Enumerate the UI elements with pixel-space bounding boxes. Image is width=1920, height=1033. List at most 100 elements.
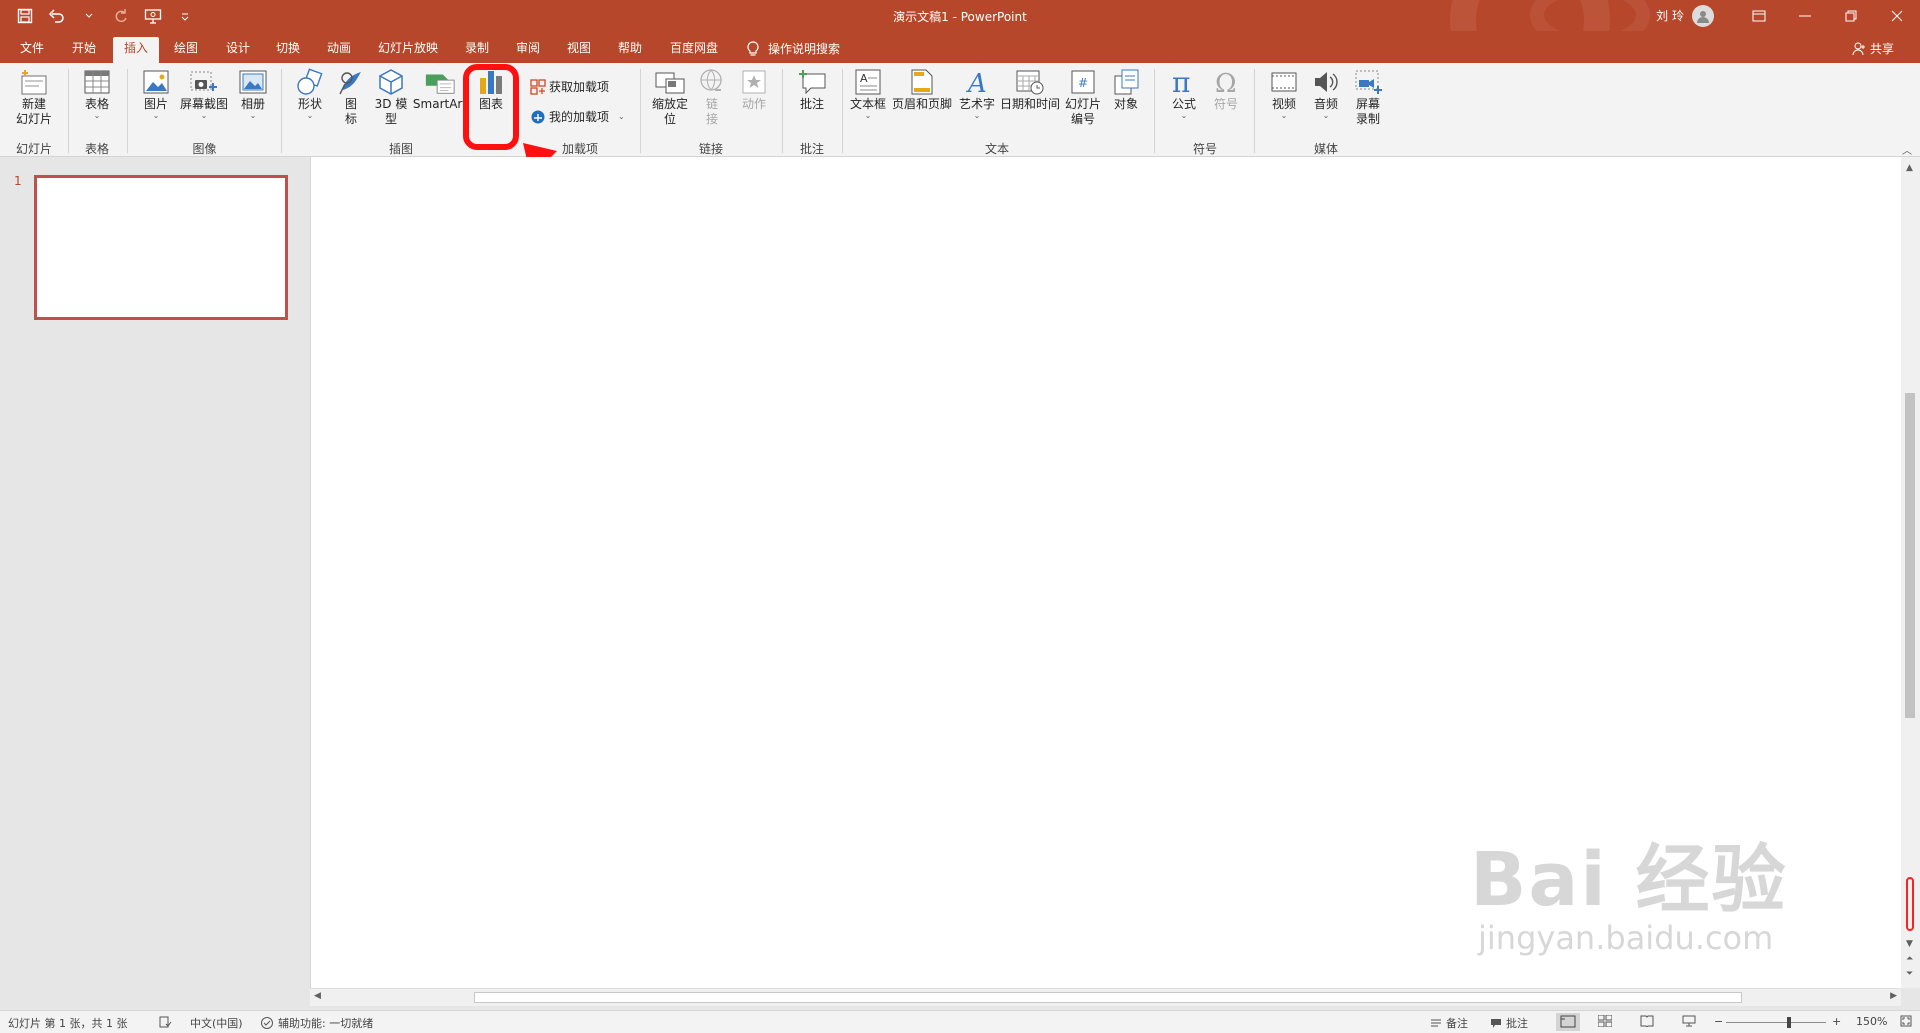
- tab-design[interactable]: 设计: [222, 37, 254, 63]
- reading-view-icon[interactable]: [1640, 1015, 1654, 1027]
- link-button[interactable]: 链 接: [694, 67, 730, 127]
- spelling-check-icon[interactable]: [158, 1015, 172, 1029]
- chevron-down-icon: ⌄: [152, 111, 160, 120]
- zoom-slider[interactable]: [1726, 1022, 1826, 1023]
- textbox-button[interactable]: A 文本框 ⌄: [848, 67, 888, 120]
- new-slide-icon: [18, 67, 50, 97]
- tab-animations[interactable]: 动画: [323, 37, 355, 63]
- comment-button[interactable]: 批注: [790, 67, 834, 112]
- group-label-links: 链接: [698, 142, 723, 156]
- slide-number-button[interactable]: # 幻灯片 编号: [1062, 67, 1104, 127]
- scrollbar-thumb[interactable]: [474, 992, 1742, 1003]
- close-icon[interactable]: [1874, 0, 1920, 31]
- photo-album-button[interactable]: 相册 ⌄: [233, 67, 273, 120]
- title-bar: 演示文稿1 - PowerPoint 刘 玲: [0, 0, 1920, 31]
- scroll-up-icon[interactable]: ▲: [1906, 163, 1913, 173]
- date-time-button[interactable]: 日期和时间: [1000, 67, 1060, 112]
- icons-icon: [335, 67, 367, 97]
- slideshow-view-icon[interactable]: [1682, 1015, 1696, 1027]
- tab-insert[interactable]: 插入: [113, 37, 160, 63]
- tab-view[interactable]: 视图: [563, 37, 595, 63]
- group-label-slides: 幻灯片: [15, 142, 52, 156]
- tab-slideshow[interactable]: 幻灯片放映: [374, 37, 442, 63]
- scroll-left-icon[interactable]: ◀: [314, 991, 321, 1001]
- slide-sorter-icon[interactable]: [1598, 1015, 1612, 1027]
- screen-recording-icon: [1352, 67, 1384, 97]
- zoom-out-button[interactable]: −: [1714, 1015, 1723, 1028]
- collapse-ribbon-icon[interactable]: ︿: [1902, 142, 1912, 157]
- avatar[interactable]: [1692, 4, 1714, 27]
- zoom-slider-handle[interactable]: [1787, 1017, 1791, 1028]
- zoom-button[interactable]: 缩放定 位: [648, 67, 692, 127]
- tab-transitions[interactable]: 切换: [272, 37, 304, 63]
- symbol-button[interactable]: Ω 符号: [1206, 67, 1246, 112]
- header-footer-button[interactable]: 页眉和页脚: [890, 67, 954, 112]
- fit-to-window-icon[interactable]: [1900, 1015, 1912, 1027]
- shapes-button[interactable]: 形状 ⌄: [290, 67, 330, 120]
- scrollbar-thumb[interactable]: [1905, 393, 1915, 718]
- slide-thumbnail[interactable]: [34, 175, 288, 320]
- picture-icon: [140, 67, 172, 97]
- picture-button[interactable]: 图片 ⌄: [136, 67, 176, 120]
- user-name[interactable]: 刘 玲: [1656, 7, 1684, 24]
- screenshot-icon: [188, 67, 220, 97]
- zoom-level[interactable]: 150%: [1856, 1015, 1887, 1028]
- person-add-icon: [1852, 42, 1865, 55]
- previous-slide-icon[interactable]: ⏶: [1906, 954, 1913, 964]
- slide-number-icon: #: [1067, 67, 1099, 97]
- chevron-down-icon: ⌄: [306, 111, 314, 120]
- horizontal-scrollbar[interactable]: ◀ ▶: [310, 988, 1901, 1006]
- store-grid-icon: [530, 78, 546, 95]
- object-button[interactable]: 对象: [1106, 67, 1146, 112]
- notes-button[interactable]: 备注: [1430, 1015, 1468, 1031]
- my-addins-button[interactable]: 我的加载项 ⌄: [530, 108, 625, 125]
- next-slide-icon[interactable]: ⏷: [1906, 969, 1913, 979]
- scroll-highlight-mark: [1906, 877, 1914, 931]
- tab-review[interactable]: 审阅: [512, 37, 544, 63]
- normal-view-icon[interactable]: [1556, 1013, 1580, 1031]
- tab-help[interactable]: 帮助: [614, 37, 646, 63]
- scroll-right-icon[interactable]: ▶: [1890, 991, 1897, 1001]
- comments-status-button[interactable]: 批注: [1490, 1015, 1528, 1031]
- zoom-in-button[interactable]: +: [1832, 1015, 1841, 1028]
- 3d-models-button[interactable]: 3D 模 型: [370, 67, 412, 127]
- get-addins-button[interactable]: 获取加载项: [530, 78, 609, 95]
- new-slide-button[interactable]: 新建 幻灯片: [8, 67, 60, 127]
- action-button[interactable]: 动作: [734, 67, 774, 112]
- baidu-watermark: Bai 经验 jingyan.baidu.com: [1470, 837, 1788, 957]
- tab-draw[interactable]: 绘图: [170, 37, 202, 63]
- tab-home[interactable]: 开始: [68, 37, 100, 63]
- photo-album-icon: [237, 67, 269, 97]
- tab-record[interactable]: 录制: [461, 37, 493, 63]
- restore-icon[interactable]: [1828, 0, 1874, 31]
- slide-count-status[interactable]: 幻灯片 第 1 张，共 1 张: [8, 1015, 127, 1031]
- group-label-tables: 表格: [84, 142, 109, 156]
- icons-button[interactable]: 图 标: [334, 67, 368, 127]
- tell-me-search[interactable]: 操作说明搜索: [746, 40, 840, 57]
- audio-button[interactable]: 音频 ⌄: [1306, 67, 1346, 120]
- ribbon-display-options-icon[interactable]: [1736, 0, 1782, 31]
- minimize-icon[interactable]: [1782, 0, 1828, 31]
- slide-number-label: 1: [14, 174, 22, 188]
- group-separator: [640, 69, 641, 153]
- accessibility-icon: [261, 1017, 273, 1029]
- header-footer-icon: [906, 67, 938, 97]
- tab-baidu-netdisk[interactable]: 百度网盘: [666, 37, 722, 63]
- wordart-button[interactable]: A 艺术字 ⌄: [956, 67, 998, 120]
- language-status[interactable]: 中文(中国): [190, 1015, 243, 1031]
- speaker-icon: [1310, 67, 1342, 97]
- svg-text:π: π: [1172, 68, 1190, 96]
- scroll-down-icon[interactable]: ▼: [1906, 939, 1913, 949]
- screenshot-button[interactable]: 屏幕截图 ⌄: [176, 67, 232, 120]
- smartart-button[interactable]: SmartArt: [413, 67, 467, 112]
- vertical-scrollbar[interactable]: ▲ ▼ ⏶ ⏷: [1901, 157, 1920, 988]
- shapes-icon: [294, 67, 326, 97]
- equation-button[interactable]: π 公式 ⌄: [1164, 67, 1204, 120]
- screen-recording-button[interactable]: 屏幕 录制: [1348, 67, 1388, 127]
- video-button[interactable]: 视频 ⌄: [1264, 67, 1304, 120]
- chevron-down-icon: ⌄: [200, 111, 208, 120]
- accessibility-status[interactable]: 辅助功能: 一切就绪: [260, 1015, 373, 1031]
- share-button[interactable]: 共享: [1852, 40, 1894, 57]
- tab-file[interactable]: 文件: [16, 37, 48, 63]
- table-button[interactable]: 表格 ⌄: [76, 67, 118, 120]
